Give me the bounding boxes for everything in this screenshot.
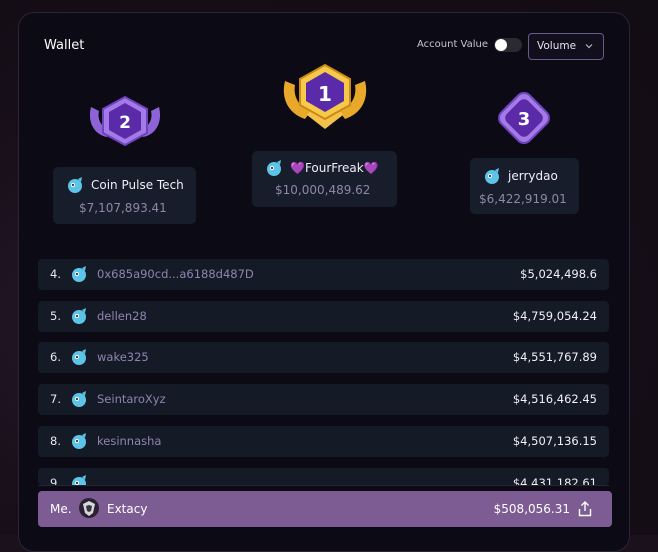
row-rank: 6. [50, 350, 61, 364]
row-rank: 7. [50, 392, 61, 406]
my-rank-row[interactable]: Me. Extacy $508,056.31 [38, 491, 612, 527]
row-value: $4,507,136.15 [512, 434, 597, 448]
table-row[interactable]: 7. SeintaroXyz $4,516,462.45 [38, 384, 609, 415]
podium-value-2: $7,107,893.41 [79, 201, 167, 215]
table-row[interactable]: 9. ... $4,431,182.61 [38, 468, 609, 485]
sort-select-value: Volume [537, 40, 577, 52]
medal-rank-2: 2 [119, 113, 131, 133]
divider [38, 485, 609, 486]
row-rank: 4. [50, 267, 61, 281]
podium-value-3: $6,422,919.01 [479, 192, 567, 206]
me-value: $508,056.31 [493, 502, 570, 516]
podium-card-3[interactable]: jerrydao $6,422,919.01 [470, 158, 579, 214]
chevron-down-icon [585, 44, 593, 49]
panel-title: Wallet [44, 38, 85, 53]
medal-rank-3: 3 [518, 109, 531, 130]
avatar-icon [68, 177, 82, 193]
row-value: $4,759,054.24 [512, 309, 597, 323]
row-name[interactable]: wake325 [97, 350, 149, 364]
row-name[interactable]: 0x685a90cd...a6188d487D [97, 267, 254, 281]
table-row[interactable]: 5. dellen28 $4,759,054.24 [38, 301, 609, 332]
me-label: Me. [50, 502, 72, 516]
toggle-knob [495, 39, 507, 51]
row-rank: 9. [50, 476, 61, 485]
account-value-toggle[interactable] [494, 38, 522, 52]
row-rank: 5. [50, 309, 61, 323]
podium-card-1[interactable]: 💜FourFreak💜 $10,000,489.62 [252, 151, 397, 207]
heart-icon: 💜 [290, 161, 305, 175]
row-value: $4,431,182.61 [512, 476, 597, 485]
table-row[interactable]: 4. 0x685a90cd...a6188d487D $5,024,498.6 [38, 259, 609, 290]
podium-name-3: jerrydao [508, 169, 558, 183]
row-value: $4,516,462.45 [512, 392, 597, 406]
avatar-icon [72, 475, 86, 485]
wallet-leaderboard-panel: Wallet Account Value Volume 1 2 3 Coin P… [18, 12, 630, 552]
bronze-medal-icon: 3 [498, 92, 550, 144]
table-row[interactable]: 6. wake325 $4,551,767.89 [38, 342, 609, 373]
table-row[interactable]: 8. kesinnasha $4,507,136.15 [38, 426, 609, 457]
avatar-icon [485, 168, 499, 184]
avatar-icon [72, 308, 86, 324]
avatar-icon [267, 160, 281, 176]
avatar-icon [72, 349, 86, 365]
podium-card-2[interactable]: Coin Pulse Tech $7,107,893.41 [53, 167, 196, 224]
row-name[interactable]: dellen28 [97, 309, 147, 323]
medal-rank-1: 1 [318, 82, 332, 106]
silver-medal-icon: 2 [89, 95, 161, 147]
podium-name-1: 💜FourFreak💜 [290, 161, 379, 175]
user-avatar-icon [79, 498, 99, 518]
row-value: $5,024,498.6 [520, 267, 597, 281]
avatar-icon [72, 433, 86, 449]
heart-icon: 💜 [363, 161, 379, 175]
me-name: Extacy [107, 502, 148, 516]
row-name[interactable]: kesinnasha [97, 434, 161, 448]
avatar-icon [72, 266, 86, 282]
avatar-icon [72, 391, 86, 407]
podium-value-1: $10,000,489.62 [275, 183, 371, 197]
row-name[interactable]: SeintaroXyz [97, 392, 166, 406]
sort-select[interactable]: Volume [528, 33, 604, 60]
share-icon[interactable] [578, 501, 592, 517]
row-value: $4,551,767.89 [512, 350, 597, 364]
row-name[interactable]: ... [97, 476, 108, 485]
podium-name-2: Coin Pulse Tech [91, 178, 184, 192]
gold-medal-icon: 1 [283, 63, 367, 129]
account-value-label: Account Value [417, 39, 489, 50]
row-rank: 8. [50, 434, 61, 448]
